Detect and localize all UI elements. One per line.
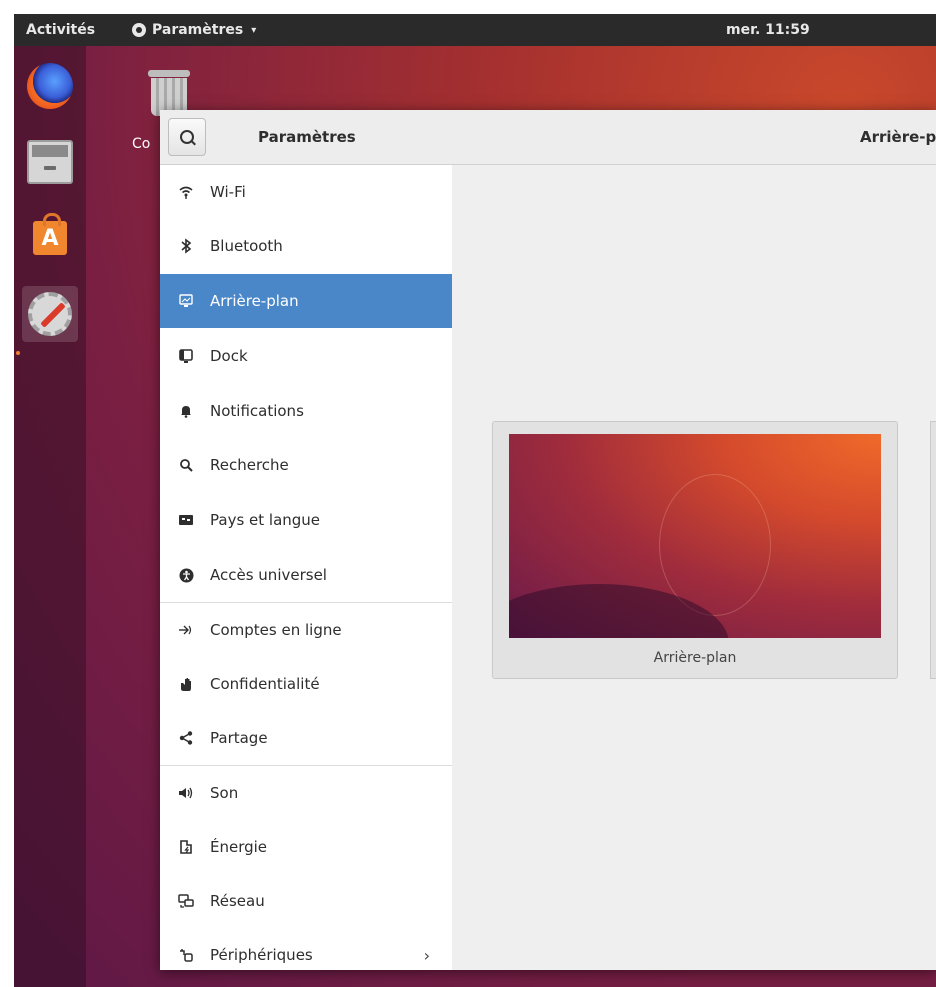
sidebar-item-region[interactable]: Pays et langue	[160, 493, 452, 547]
sidebar-item-devices[interactable]: Périphériques ›	[160, 928, 452, 982]
lockscreen-card[interactable]	[930, 421, 936, 679]
desktop: Activités Paramètres ▾ mer. 11:59 A ··· …	[14, 14, 936, 987]
sidebar-item-label: Dock	[210, 347, 248, 365]
sidebar-item-sound[interactable]: Son	[160, 766, 452, 820]
sidebar-item-search[interactable]: Recherche	[160, 438, 452, 492]
wifi-icon	[178, 184, 194, 200]
trash-lid	[148, 70, 190, 77]
search-icon	[178, 457, 194, 473]
sidebar-item-label: Comptes en ligne	[210, 621, 342, 639]
settings-icon	[28, 292, 72, 336]
sidebar-item-sharing[interactable]: Partage	[160, 711, 452, 765]
online-accounts-icon	[178, 622, 194, 638]
sidebar-title: Paramètres	[258, 128, 356, 146]
share-icon	[178, 730, 194, 746]
sidebar-item-label: Énergie	[210, 838, 268, 856]
battery-icon	[178, 839, 194, 855]
gear-icon	[132, 23, 146, 37]
sidebar-item-label: Bluetooth	[210, 237, 283, 255]
sidebar-item-universal-access[interactable]: Accès universel	[160, 548, 452, 602]
search-icon	[180, 130, 194, 144]
speaker-icon	[178, 785, 194, 801]
sidebar-item-label: Périphériques	[210, 946, 313, 964]
dock-settings[interactable]	[22, 286, 78, 342]
top-bar: Activités Paramètres ▾ mer. 11:59	[14, 14, 936, 46]
flag-icon	[178, 512, 194, 528]
sidebar-item-online-accounts[interactable]: Comptes en ligne	[160, 603, 452, 657]
sidebar-item-label: Partage	[210, 729, 268, 747]
sidebar-item-label: Pays et langue	[210, 511, 321, 529]
app-menu-label: Paramètres	[152, 22, 244, 38]
wallpaper-card[interactable]: Arrière-plan	[492, 421, 898, 679]
main-header: Arrière-p	[452, 110, 936, 165]
accessibility-icon	[178, 567, 194, 583]
background-icon	[178, 293, 194, 309]
network-icon	[178, 893, 194, 909]
main-content: Arrière-plan	[452, 165, 936, 970]
bluetooth-icon	[178, 238, 194, 254]
sidebar-item-label: Réseau	[210, 892, 265, 910]
dock-software[interactable]: A	[22, 210, 78, 266]
sidebar-item-label: Confidentialité	[210, 675, 320, 693]
software-icon: A	[33, 213, 67, 255]
dock-files[interactable]	[22, 134, 78, 190]
sidebar-item-background[interactable]: Arrière-plan	[160, 274, 452, 328]
activities-button[interactable]: Activités	[26, 22, 95, 38]
sidebar-header: Paramètres	[160, 110, 453, 165]
dock-firefox[interactable]	[22, 58, 78, 114]
sidebar-item-notifications[interactable]: Notifications	[160, 384, 452, 438]
wallpaper-label: Arrière-plan	[653, 650, 737, 666]
firefox-icon	[27, 63, 73, 109]
sidebar-item-network[interactable]: Réseau	[160, 874, 452, 928]
clock[interactable]: mer. 11:59	[726, 22, 810, 38]
trash-label: Co	[132, 136, 151, 152]
sidebar-item-label: Son	[210, 784, 239, 802]
dock: A ···	[14, 46, 86, 987]
wallpaper-preview	[509, 434, 881, 638]
bell-icon	[178, 403, 194, 419]
sidebar-item-label: Wi-Fi	[210, 183, 246, 201]
sidebar-item-wifi[interactable]: Wi-Fi	[160, 165, 452, 219]
search-button[interactable]	[168, 118, 206, 156]
sidebar: Wi-Fi Bluetooth Arrière-plan Dock Notifi…	[160, 165, 453, 970]
sidebar-item-power[interactable]: Énergie	[160, 820, 452, 874]
hand-icon	[178, 676, 194, 692]
caret-down-icon: ▾	[251, 24, 257, 36]
sidebar-item-privacy[interactable]: Confidentialité	[160, 657, 452, 711]
sidebar-item-label: Accès universel	[210, 566, 327, 584]
sidebar-item-dock[interactable]: Dock	[160, 329, 452, 383]
page-title: Arrière-p	[860, 128, 936, 146]
files-icon	[27, 140, 73, 184]
sidebar-item-bluetooth[interactable]: Bluetooth	[160, 219, 452, 273]
dock-icon	[178, 348, 194, 364]
sidebar-item-label: Notifications	[210, 402, 304, 420]
devices-icon	[178, 947, 194, 963]
app-menu[interactable]: Paramètres ▾	[132, 22, 256, 38]
chevron-right-icon: ›	[423, 945, 430, 965]
settings-window: Paramètres Arrière-p Wi-Fi Bluetooth Arr…	[160, 110, 936, 970]
sidebar-item-label: Arrière-plan	[210, 292, 299, 310]
running-indicator	[16, 351, 20, 355]
sidebar-item-label: Recherche	[210, 456, 289, 474]
